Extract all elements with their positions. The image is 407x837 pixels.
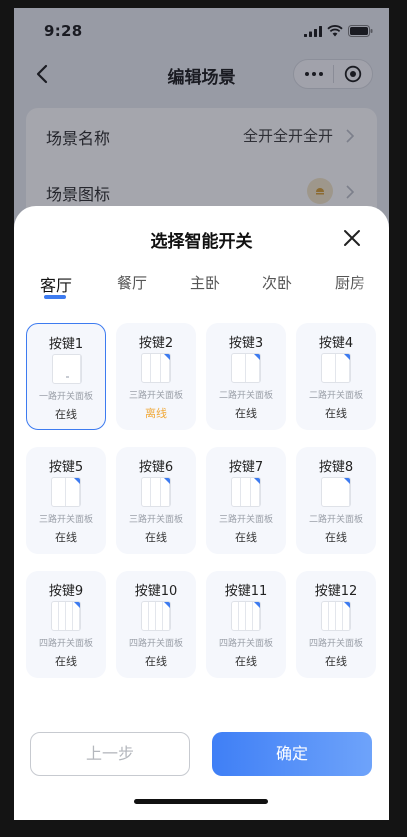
- switch-name: 按键2: [138, 336, 174, 351]
- switch-panel-icon: [231, 601, 261, 631]
- room-tabs: 客厅 餐厅 主卧 次卧 厨房: [14, 268, 389, 308]
- select-switch-sheet: 选择智能开关 客厅 餐厅 主卧 次卧 厨房 按键1 一路开关面板 在线 按键2 三路开关…: [14, 206, 389, 820]
- switch-name: 按键4: [318, 336, 354, 351]
- switch-name: 按键10: [134, 584, 178, 599]
- switch-name: 按键5: [48, 460, 84, 475]
- switch-name: 按键12: [314, 584, 358, 599]
- tab-second-bedroom[interactable]: 次卧: [262, 272, 292, 293]
- switch-status: 在线: [235, 407, 257, 420]
- switch-name: 按键8: [318, 460, 354, 475]
- switch-type: 三路开关面板: [128, 391, 183, 401]
- switch-status: 在线: [55, 408, 77, 421]
- switch-panel-icon: [141, 353, 171, 383]
- switch-panel-icon: [321, 353, 351, 383]
- switch-name: 按键1: [48, 337, 84, 352]
- switch-type: 二路开关面板: [308, 391, 363, 401]
- switch-card[interactable]: 按键8 二路开关面板 在线: [296, 447, 376, 554]
- switch-card[interactable]: 按键5 三路开关面板 在线: [26, 447, 106, 554]
- switch-name: 按键9: [48, 584, 84, 599]
- switch-type: 一路开关面板: [38, 392, 93, 402]
- switch-card[interactable]: 按键12 四路开关面板 在线: [296, 571, 376, 678]
- switch-card[interactable]: 按键3 二路开关面板 在线: [206, 323, 286, 430]
- switch-type: 二路开关面板: [218, 391, 273, 401]
- switch-status: 在线: [325, 655, 347, 668]
- switch-type: 三路开关面板: [128, 515, 183, 525]
- switch-status: 在线: [145, 531, 167, 544]
- switch-status: 在线: [325, 531, 347, 544]
- switch-panel-icon: [231, 353, 261, 383]
- confirm-button[interactable]: 确定: [212, 732, 372, 776]
- switch-type: 四路开关面板: [308, 639, 363, 649]
- tab-dining-room[interactable]: 餐厅: [117, 272, 147, 293]
- switch-panel-icon: [141, 601, 171, 631]
- switch-panel-icon: [321, 601, 351, 631]
- switch-panel-icon: [52, 354, 82, 384]
- switch-type: 三路开关面板: [218, 515, 273, 525]
- switch-panel-icon: [231, 477, 261, 507]
- switch-card[interactable]: 按键6 三路开关面板 在线: [116, 447, 196, 554]
- switch-status: 在线: [235, 531, 257, 544]
- switch-card[interactable]: 按键2 三路开关面板 离线: [116, 323, 196, 430]
- tab-master-bedroom[interactable]: 主卧: [190, 272, 220, 293]
- switch-type: 四路开关面板: [218, 639, 273, 649]
- switch-name: 按键3: [228, 336, 264, 351]
- switch-status: 在线: [55, 531, 77, 544]
- switch-status: 在线: [325, 407, 347, 420]
- close-icon[interactable]: [341, 227, 363, 249]
- switch-card[interactable]: 按键10 四路开关面板 在线: [116, 571, 196, 678]
- switch-status: 在线: [145, 655, 167, 668]
- switch-panel-icon: [51, 477, 81, 507]
- switch-panel-icon: [51, 601, 81, 631]
- home-indicator: [134, 799, 268, 804]
- tab-living-room[interactable]: 客厅: [40, 272, 72, 296]
- switch-status: 在线: [235, 655, 257, 668]
- tabs-fade: [353, 268, 389, 304]
- switch-type: 四路开关面板: [38, 639, 93, 649]
- switch-name: 按键6: [138, 460, 174, 475]
- switch-card[interactable]: 按键11 四路开关面板 在线: [206, 571, 286, 678]
- switch-type: 二路开关面板: [308, 515, 363, 525]
- switch-card[interactable]: 按键7 三路开关面板 在线: [206, 447, 286, 554]
- switch-name: 按键7: [228, 460, 264, 475]
- sheet-title: 选择智能开关: [150, 232, 253, 252]
- active-tab-indicator: [44, 295, 66, 299]
- switch-card[interactable]: 按键4 二路开关面板 在线: [296, 323, 376, 430]
- switch-type: 四路开关面板: [128, 639, 183, 649]
- switch-panel-icon: [321, 477, 351, 507]
- switch-name: 按键11: [224, 584, 268, 599]
- prev-step-button[interactable]: 上一步: [30, 732, 190, 776]
- switch-panel-icon: [141, 477, 171, 507]
- switch-type: 三路开关面板: [38, 515, 93, 525]
- switch-status: 离线: [145, 407, 167, 420]
- switch-card[interactable]: 按键9 四路开关面板 在线: [26, 571, 106, 678]
- switch-card[interactable]: 按键1 一路开关面板 在线: [26, 323, 106, 430]
- phone-screen: 9:28 编辑场景 场景名称 全开全开全开 场景图标 选择智能开关 客厅 餐厅 …: [14, 8, 389, 820]
- switch-status: 在线: [55, 655, 77, 668]
